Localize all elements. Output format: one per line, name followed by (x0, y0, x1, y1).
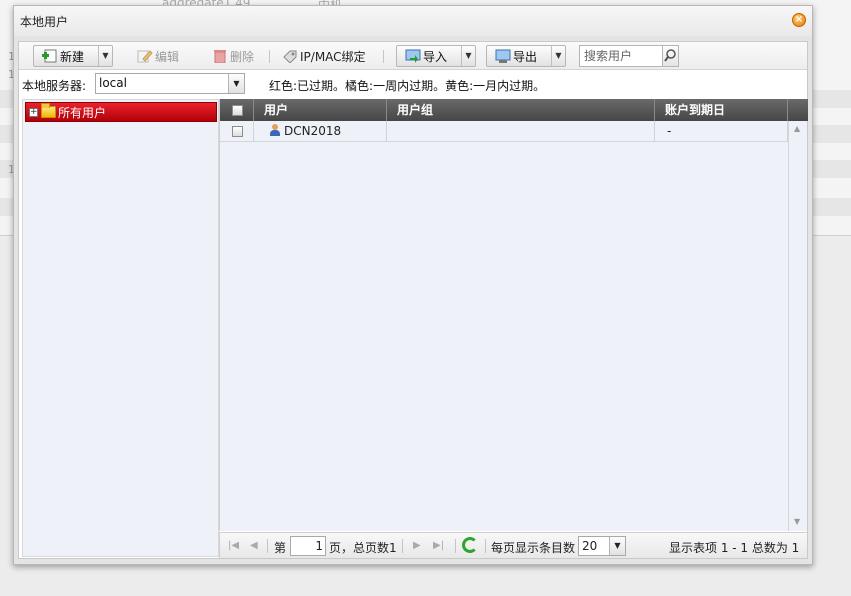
per-page-label: 每页显示条目数 (491, 541, 576, 555)
import-button-label: 导入 (423, 49, 448, 64)
server-select[interactable]: local ▼ (95, 73, 245, 94)
folder-icon (41, 103, 56, 118)
page-number-input[interactable]: 1 (290, 536, 326, 556)
user-group-tree: + 所有用户 (22, 99, 219, 557)
ip-mac-bind-button[interactable]: IP/MAC绑定 (282, 46, 366, 66)
next-page-icon[interactable]: ▶ (413, 540, 421, 551)
ip-mac-bind-label: IP/MAC绑定 (300, 49, 366, 64)
dialog-titlebar[interactable]: 本地用户 × (14, 6, 812, 36)
column-header-expiry[interactable]: 账户到期日 (655, 99, 788, 121)
delete-button[interactable]: 删除 (212, 46, 254, 66)
server-label: 本地服务器: (22, 79, 87, 93)
edit-icon (137, 49, 153, 63)
refresh-icon[interactable] (462, 537, 478, 553)
close-icon[interactable]: × (792, 13, 806, 27)
first-page-icon[interactable]: |◀ (228, 540, 239, 551)
local-users-dialog: 本地用户 × 新建 ▼ 编辑 删除 IP/MAC绑定 导入 ▼ 导出 ▼ 搜索用… (13, 5, 813, 565)
import-button[interactable]: 导入 ▼ (396, 45, 476, 67)
per-page-select[interactable]: 20 ▼ (578, 536, 626, 556)
export-button-label: 导出 (513, 49, 538, 64)
pager-divider (267, 539, 268, 553)
prev-page-icon[interactable]: ◀ (250, 540, 258, 551)
tag-icon (282, 49, 298, 64)
dialog-body: 新建 ▼ 编辑 删除 IP/MAC绑定 导入 ▼ 导出 ▼ 搜索用户 本地服务器… (18, 41, 808, 559)
pager-divider (485, 539, 486, 553)
group-cell (387, 121, 655, 142)
tree-node-label: 所有用户 (58, 105, 107, 120)
scroll-up-icon[interactable]: ▲ (794, 124, 800, 133)
pagination-bar: |◀ ◀ 第 1 页，总页数1 ▶ ▶| 每页显示条目数 20 ▼ 显示表项 1… (219, 532, 807, 558)
pager-divider (455, 539, 456, 553)
column-header-group[interactable]: 用户组 (387, 99, 655, 121)
delete-button-label: 删除 (230, 49, 255, 64)
last-page-icon[interactable]: ▶| (433, 540, 444, 551)
vertical-scrollbar[interactable]: ▲ ▼ (788, 121, 807, 531)
page-total-text: 页，总页数1 (329, 541, 397, 555)
expiry-color-legend: 红色:已过期。橘色:一周内过期。黄色:一月内过期。 (269, 79, 546, 93)
toolbar-divider (269, 50, 270, 63)
chevron-down-icon[interactable]: ▼ (609, 537, 625, 555)
toolbar-divider (383, 50, 384, 63)
user-grid: 用户 用户组 账户到期日 DCN2018 - ▲ ▼ (219, 99, 808, 531)
row-select-cell (220, 121, 254, 142)
row-checkbox[interactable] (232, 126, 243, 137)
table-row[interactable]: DCN2018 - (220, 121, 788, 142)
edit-button[interactable]: 编辑 (137, 46, 179, 66)
scroll-down-icon[interactable]: ▼ (794, 517, 800, 526)
pager-divider (402, 539, 403, 553)
export-icon (495, 49, 511, 63)
column-header-user[interactable]: 用户 (254, 99, 387, 121)
edit-button-label: 编辑 (155, 49, 180, 64)
select-all-cell (220, 99, 254, 121)
tree-node-all-users[interactable]: + 所有用户 (25, 102, 217, 122)
search-icon (664, 49, 676, 62)
dialog-title: 本地用户 (20, 15, 69, 29)
trash-icon (212, 49, 228, 64)
user-name: DCN2018 (284, 124, 342, 138)
server-row: 本地服务器: local ▼ 红色:已过期。橘色:一周内过期。黄色:一月内过期。 (19, 71, 807, 97)
add-user-icon (42, 49, 58, 63)
page-prefix: 第 (274, 541, 287, 555)
chevron-down-icon[interactable]: ▼ (98, 46, 112, 66)
chevron-down-icon[interactable]: ▼ (461, 46, 475, 66)
chevron-down-icon[interactable]: ▼ (551, 46, 565, 66)
expiry-cell: - (655, 121, 788, 142)
new-button-label: 新建 (60, 49, 85, 64)
per-page-value: 20 (582, 539, 598, 553)
chevron-down-icon[interactable]: ▼ (228, 74, 244, 93)
import-icon (405, 49, 421, 63)
export-button[interactable]: 导出 ▼ (486, 45, 566, 67)
server-select-value: local (99, 76, 127, 90)
user-icon (270, 124, 280, 137)
search-user-input[interactable] (579, 45, 663, 67)
user-cell: DCN2018 (254, 121, 387, 142)
search-button[interactable] (662, 45, 679, 67)
expand-icon[interactable]: + (29, 107, 38, 117)
new-button[interactable]: 新建 ▼ (33, 45, 113, 67)
select-all-checkbox[interactable] (232, 105, 243, 116)
toolbar: 新建 ▼ 编辑 删除 IP/MAC绑定 导入 ▼ 导出 ▼ 搜索用户 (19, 42, 807, 70)
grid-header: 用户 用户组 账户到期日 (220, 99, 808, 121)
record-summary: 显示表项 1 - 1 总数为 1 (669, 541, 800, 555)
